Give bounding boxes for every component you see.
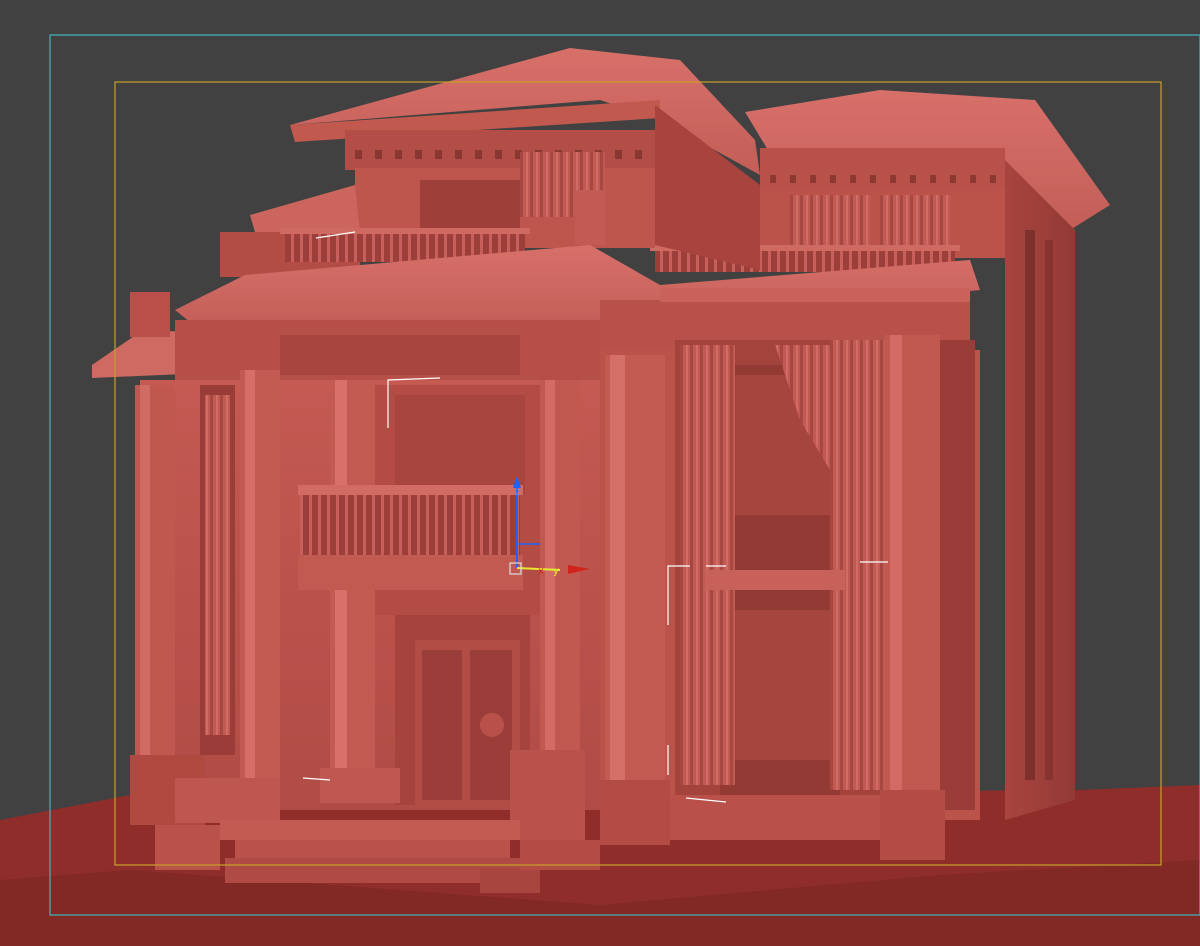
main-facade (130, 370, 610, 840)
right-bay (600, 335, 980, 860)
arched-window-with-curtains (675, 340, 885, 800)
gizmo-y-label: y (553, 566, 559, 577)
gizmo-z-label: z (515, 485, 521, 498)
balcony-balustrade (298, 485, 523, 590)
viewport-canvas[interactable]: z y x (0, 0, 1200, 946)
carved-double-door (395, 615, 530, 805)
3d-viewport[interactable]: z y x (0, 0, 1200, 946)
gizmo-x-label: x (538, 566, 544, 577)
